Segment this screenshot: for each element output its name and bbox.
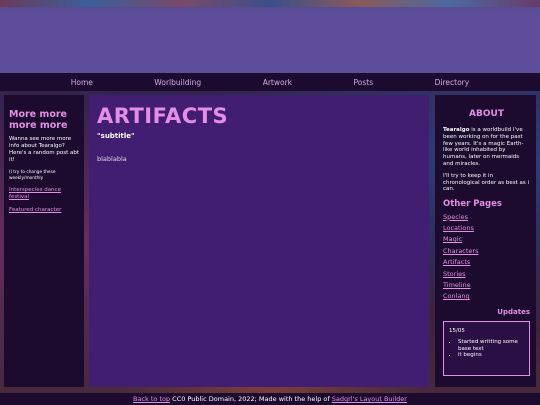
page-link-locations[interactable]: Locations [443, 224, 530, 232]
about-description: is a worldbuild I've been working on for… [443, 127, 524, 167]
nav-worlbuilding[interactable]: Worlbuilding [154, 78, 201, 87]
updates-title: Updates [497, 308, 530, 317]
nav-home[interactable]: Home [71, 78, 93, 87]
top-nav: Home Worlbuilding Artwork Posts Director… [0, 73, 540, 91]
update-date: 15/05 [449, 328, 465, 335]
updates-box: 15/05 Started writting some base text it… [443, 321, 530, 377]
other-pages-title: Other Pages [443, 199, 502, 210]
page-link-conlang[interactable]: Conlang [443, 292, 530, 300]
left-sidebar-text: Wanna see more more info about Tearalgo?… [9, 136, 80, 163]
nav-artwork[interactable]: Artwork [263, 78, 292, 87]
header-star-strip [0, 0, 540, 7]
layout-builder-link[interactable]: Sadgrl's Layout Builder [332, 395, 407, 403]
about-title: ABOUT [469, 109, 504, 119]
page-link-stories[interactable]: Stories [443, 270, 530, 278]
update-item: it begins [458, 352, 524, 359]
about-text: Tearalgo is a worldbuild I've been worki… [443, 127, 530, 168]
page-title: ARTIFACTS [97, 104, 229, 128]
nav-directory[interactable]: Directory [435, 78, 470, 87]
header-banner [0, 0, 540, 73]
page-link-species[interactable]: Species [443, 213, 530, 221]
back-to-top-link[interactable]: Back to top [133, 395, 170, 403]
update-list: Started writting some base text it begin… [449, 339, 524, 359]
main-content: ARTIFACTS "subtitle" blablabla [89, 95, 429, 387]
about-note: I'll try to keep it in chronological ord… [443, 172, 530, 193]
left-sidebar: More more more more Wanna see more more … [4, 95, 84, 387]
about-world-name: Tearalgo [443, 127, 470, 133]
page-link-timeline[interactable]: Timeline [443, 281, 530, 289]
page-link-characters[interactable]: Characters [443, 247, 530, 255]
nav-posts[interactable]: Posts [354, 78, 374, 87]
page-subtitle: "subtitle" [97, 132, 135, 140]
link-interspecies-dance-festival[interactable]: Interspecies dance festival [9, 187, 79, 201]
left-sidebar-note: (I try to change these weekly/monthly [9, 170, 56, 181]
update-item: Started writting some base text [458, 339, 524, 352]
right-sidebar: ABOUT Tearalgo is a worldbuild I've been… [435, 95, 536, 387]
page-link-magic[interactable]: Magic [443, 235, 530, 243]
left-sidebar-title: More more more more [9, 109, 68, 131]
link-featured-character[interactable]: Featured character [9, 207, 79, 214]
footer-text: CC0 Public Domain, 2022; Made with the h… [170, 395, 332, 403]
page-body: blablabla [97, 155, 127, 163]
footer: Back to top CC0 Public Domain, 2022; Mad… [0, 393, 540, 405]
page-link-artifacts[interactable]: Artifacts [443, 258, 530, 266]
